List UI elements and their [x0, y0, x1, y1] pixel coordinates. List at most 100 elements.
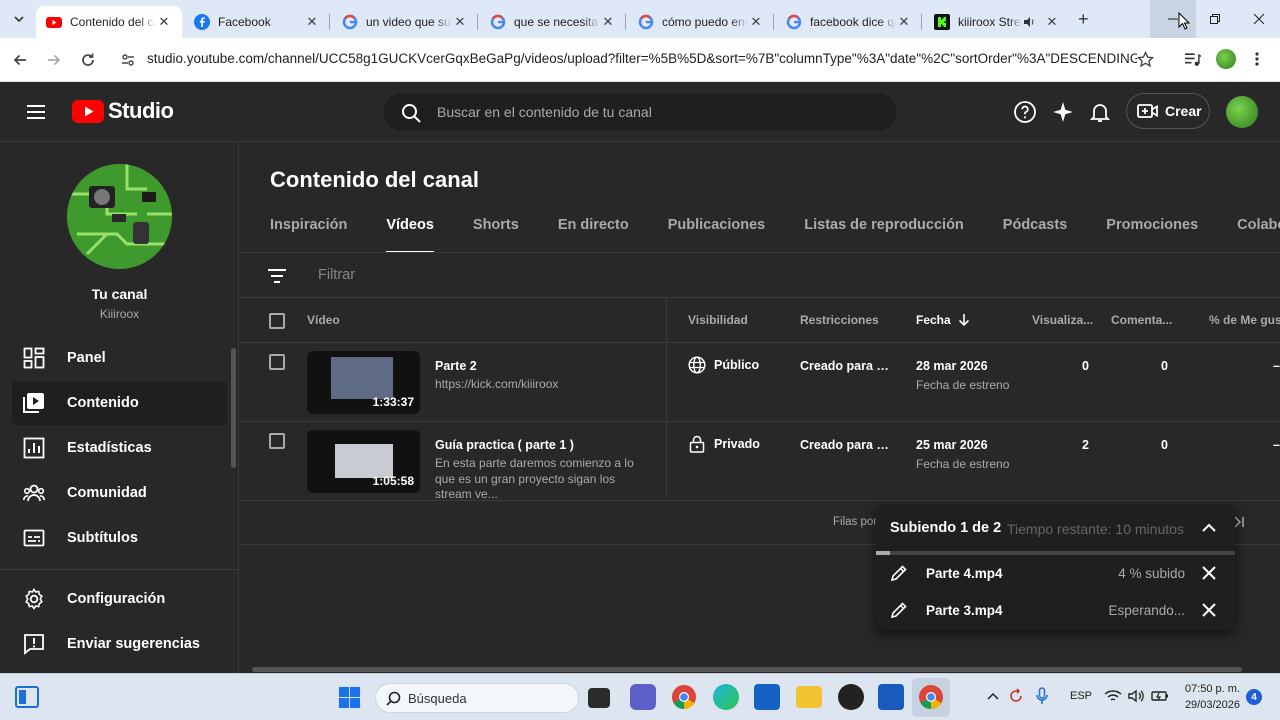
site-settings-icon[interactable] — [120, 52, 136, 68]
tab-podcasts[interactable]: Pódcasts — [1003, 217, 1067, 253]
menu-button[interactable] — [24, 100, 48, 124]
channel-title[interactable]: Tu canal — [0, 286, 239, 302]
tab-listas[interactable]: Listas de reproducción — [804, 217, 964, 253]
sync-icon[interactable] — [1008, 688, 1024, 704]
select-all-checkbox[interactable] — [269, 313, 285, 329]
tab-shorts[interactable]: Shorts — [473, 217, 519, 253]
microphone-icon[interactable] — [1036, 687, 1048, 705]
reload-button[interactable] — [78, 50, 98, 70]
tab-kick-stream[interactable]: kiiiroox Stream ✕ — [924, 6, 1070, 38]
studio-logo[interactable]: Studio — [72, 98, 174, 124]
speaker-icon[interactable] — [1022, 15, 1036, 29]
close-window-button[interactable] — [1236, 0, 1280, 38]
back-button[interactable] — [10, 50, 30, 70]
account-avatar[interactable] — [1226, 96, 1258, 128]
url-text[interactable]: studio.youtube.com/channel/UCC58g1GUCKVc… — [147, 51, 1137, 66]
horizontal-scrollbar[interactable] — [252, 667, 1242, 672]
profile-avatar[interactable] — [1216, 49, 1236, 69]
column-header-date[interactable]: Fecha — [916, 313, 970, 327]
clock-time[interactable]: 07:50 p. m. — [1178, 683, 1240, 695]
close-icon[interactable] — [1201, 602, 1217, 618]
sidebar-item-comunidad[interactable]: Comunidad — [12, 471, 227, 515]
tab-facebook[interactable]: Facebook ✕ — [184, 6, 330, 38]
column-header-views[interactable]: Visualiza... — [1032, 313, 1093, 327]
word-icon[interactable] — [878, 684, 904, 710]
close-icon[interactable]: ✕ — [156, 14, 172, 30]
input-language[interactable]: ESP — [1070, 690, 1092, 702]
tab-google-search[interactable]: cómo puedo encontrar ✕ — [628, 6, 774, 38]
video-thumbnail[interactable]: 1:33:37 — [307, 351, 420, 414]
windows-start-icon[interactable] — [338, 686, 361, 709]
sidebar-item-enviar-sugerencias[interactable]: Enviar sugerencias — [12, 622, 227, 666]
task-view-icon[interactable] — [588, 688, 610, 708]
visibility-cell[interactable]: Privado — [688, 435, 760, 453]
volume-icon[interactable] — [1128, 689, 1144, 703]
notifications-bell-icon[interactable] — [1088, 100, 1112, 124]
close-icon[interactable]: ✕ — [748, 14, 764, 30]
sidebar-item-subtitulos[interactable]: Subtítulos — [12, 516, 227, 560]
filter-icon[interactable] — [267, 266, 287, 286]
sidebar-item-panel[interactable]: Panel — [12, 336, 227, 380]
tab-videos[interactable]: Vídeos — [386, 217, 434, 253]
sparkle-icon[interactable] — [1051, 100, 1075, 124]
tab-colaboraciones[interactable]: Colaboraciones — [1237, 217, 1280, 253]
close-icon[interactable]: ✕ — [452, 14, 468, 30]
video-title[interactable]: Parte 2 — [435, 359, 477, 373]
channel-avatar[interactable] — [67, 164, 172, 269]
row-checkbox[interactable] — [269, 354, 285, 370]
close-icon[interactable]: ✕ — [1044, 14, 1060, 30]
edge-icon[interactable] — [713, 684, 739, 710]
clock-date[interactable]: 29/03/2026 — [1170, 699, 1240, 711]
file-explorer-icon[interactable] — [796, 686, 822, 708]
tab-search-button[interactable] — [8, 8, 30, 30]
restore-button[interactable] — [1192, 0, 1238, 38]
sidebar-item-contenido[interactable]: Contenido — [12, 381, 227, 425]
tab-google-search[interactable]: que se necesita para ✕ — [480, 6, 626, 38]
sidebar-scrollbar[interactable] — [231, 348, 236, 468]
pencil-edit-icon[interactable] — [890, 601, 908, 619]
app-icon[interactable] — [838, 684, 864, 710]
chevron-up-icon[interactable] — [987, 691, 999, 701]
search-icon[interactable] — [401, 103, 421, 123]
battery-icon[interactable] — [1151, 689, 1169, 703]
visibility-cell[interactable]: Público — [688, 356, 759, 374]
upload-item[interactable]: Parte 4.mp4 4 % subido — [876, 555, 1235, 591]
video-title[interactable]: Guía practica ( parte 1 ) — [435, 438, 574, 452]
tab-publicaciones[interactable]: Publicaciones — [668, 217, 766, 253]
filter-input[interactable]: Filtrar — [318, 267, 355, 283]
video-thumbnail[interactable]: 1:05:58 — [307, 430, 420, 493]
wifi-icon[interactable] — [1104, 689, 1122, 703]
close-icon[interactable]: ✕ — [600, 14, 616, 30]
new-tab-button[interactable]: + — [1078, 9, 1089, 30]
tab-promociones[interactable]: Promociones — [1106, 217, 1198, 253]
column-header-likes[interactable]: % de Me gusta — [1209, 313, 1280, 327]
sidebar-item-estadisticas[interactable]: Estadísticas — [12, 426, 227, 470]
close-icon[interactable] — [1201, 565, 1217, 581]
taskbar-search[interactable]: Búsqueda — [375, 683, 579, 713]
upload-item[interactable]: Parte 3.mp4 Esperando... — [876, 592, 1235, 628]
column-header-comments[interactable]: Comenta... — [1111, 313, 1172, 327]
widgets-icon[interactable] — [15, 686, 39, 708]
tab-google-search[interactable]: facebook dice que ✕ — [776, 6, 922, 38]
teams-icon[interactable] — [630, 684, 656, 710]
more-vertical-icon[interactable] — [1254, 51, 1260, 67]
search-input[interactable] — [437, 94, 877, 130]
help-icon[interactable] — [1013, 100, 1037, 124]
pencil-edit-icon[interactable] — [890, 564, 908, 582]
forward-button[interactable] — [44, 50, 64, 70]
chrome-icon[interactable] — [671, 684, 697, 710]
row-checkbox[interactable] — [269, 433, 285, 449]
tab-inspiracion[interactable]: Inspiración — [270, 217, 347, 253]
tab-en-directo[interactable]: En directo — [558, 217, 629, 253]
tab-google-search[interactable]: un video que subí ✕ — [332, 6, 478, 38]
close-icon[interactable]: ✕ — [896, 14, 912, 30]
store-icon[interactable] — [754, 684, 780, 710]
media-controls-icon[interactable] — [1184, 51, 1201, 68]
tab-youtube-studio[interactable]: Contenido del canal - YouTube Studio ✕ — [36, 6, 182, 38]
create-button[interactable]: Crear — [1126, 93, 1210, 129]
bookmark-star-icon[interactable] — [1137, 51, 1154, 68]
notification-badge[interactable]: 4 — [1246, 689, 1262, 705]
taskbar-active-app[interactable] — [912, 678, 950, 717]
sidebar-item-configuracion[interactable]: Configuración — [12, 577, 227, 621]
chevron-up-icon[interactable] — [1200, 519, 1218, 537]
